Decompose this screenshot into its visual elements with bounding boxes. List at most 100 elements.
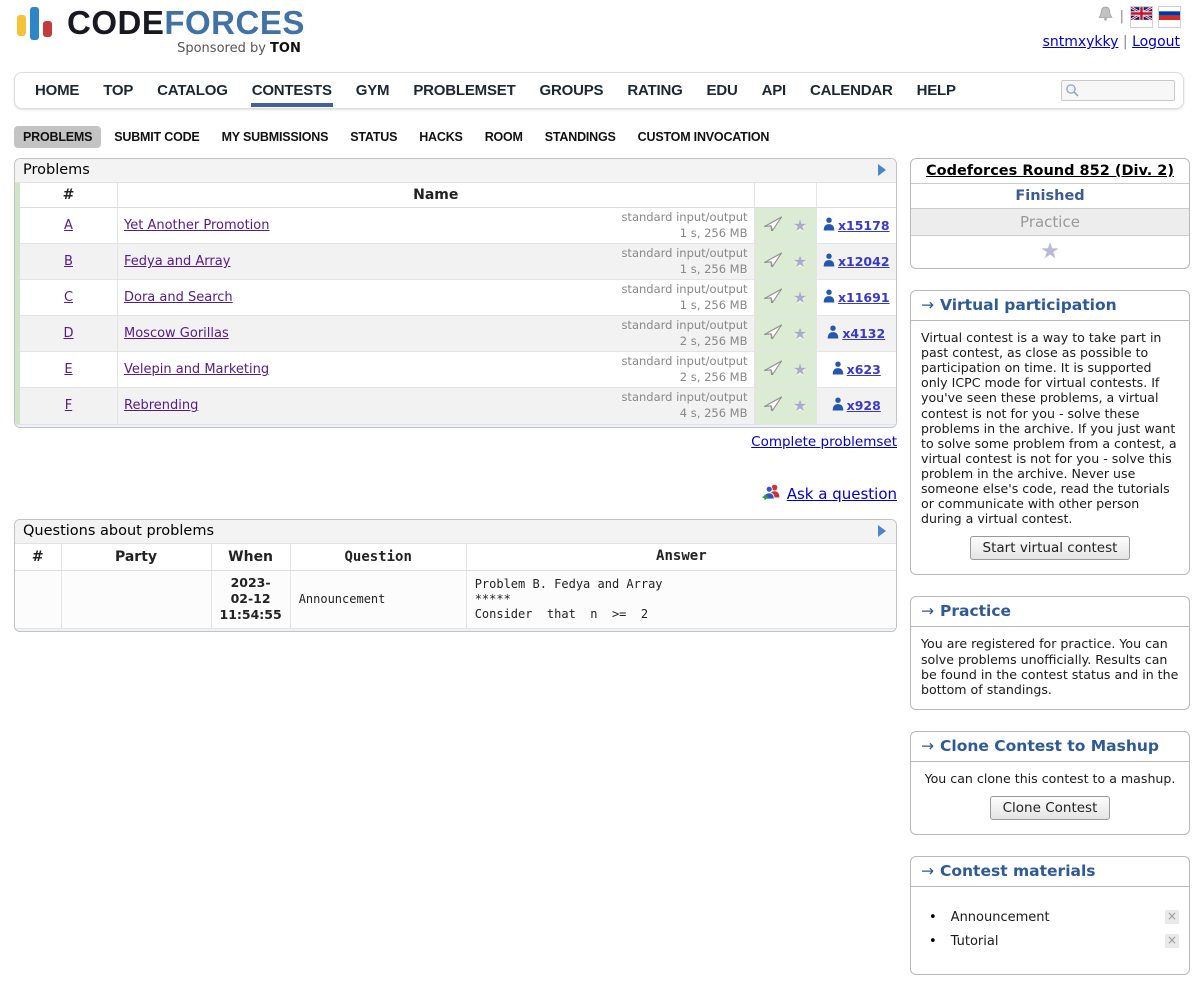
clone-contest-button[interactable]: Clone Contest bbox=[990, 796, 1111, 820]
close-icon[interactable]: × bbox=[1165, 934, 1179, 948]
problems-title: Problems bbox=[23, 162, 90, 178]
sidebar: Codeforces Round 852 (Div. 2) Finished P… bbox=[910, 158, 1190, 996]
solved-count-link[interactable]: x623 bbox=[832, 361, 881, 378]
questions-title: Questions about problems bbox=[23, 523, 214, 539]
caption-arrow-icon: → bbox=[921, 862, 934, 880]
favorite-star-icon[interactable]: ★ bbox=[793, 216, 807, 235]
username-link[interactable]: sntmxykky bbox=[1043, 34, 1119, 50]
problem-index-link[interactable]: E bbox=[64, 362, 72, 377]
problems-header-row: # Name bbox=[18, 183, 897, 208]
q-col-question: Question bbox=[290, 544, 466, 571]
q-col-index: # bbox=[15, 544, 61, 571]
practice-title: Practice bbox=[940, 602, 1011, 620]
contest-mode: Practice bbox=[911, 209, 1189, 236]
contest-materials-box: →Contest materials Announcement × Tutori… bbox=[910, 856, 1190, 975]
main-nav: HOMETOPCATALOGCONTESTSGYMPROBLEMSETGROUP… bbox=[14, 72, 1184, 109]
ask-question-link[interactable]: Ask a question bbox=[787, 485, 897, 503]
logo-bars-icon bbox=[17, 6, 57, 52]
nav-item-help[interactable]: HELP bbox=[905, 73, 968, 108]
start-virtual-contest-button[interactable]: Start virtual contest bbox=[970, 536, 1131, 560]
solved-count-link[interactable]: x12042 bbox=[823, 253, 890, 270]
solved-count-link[interactable]: x15178 bbox=[823, 217, 890, 234]
nav-item-contests[interactable]: CONTESTS bbox=[240, 73, 344, 108]
favorite-star-icon[interactable]: ★ bbox=[1041, 239, 1060, 263]
problem-io-limits: standard input/output1 s, 256 MB bbox=[621, 246, 747, 277]
submit-paper-plane-icon[interactable] bbox=[763, 360, 783, 380]
problem-io-limits: standard input/output1 s, 256 MB bbox=[621, 210, 747, 241]
problem-index-link[interactable]: D bbox=[63, 326, 73, 341]
subnav-item-my-submissions[interactable]: MY SUBMISSIONS bbox=[213, 126, 338, 148]
contest-title-link[interactable]: Codeforces Round 852 (Div. 2) bbox=[926, 163, 1174, 179]
material-link[interactable]: Announcement bbox=[951, 910, 1165, 925]
close-icon[interactable]: × bbox=[1165, 910, 1179, 924]
english-flag-icon[interactable] bbox=[1131, 7, 1152, 27]
practice-text: You are registered for practice. You can… bbox=[921, 636, 1178, 696]
collapse-arrow-icon[interactable] bbox=[878, 525, 886, 537]
russian-flag-icon[interactable] bbox=[1159, 7, 1180, 27]
page: CODEFORCES Sponsored by TON | bbox=[0, 0, 1193, 996]
col-name-header: Name bbox=[118, 183, 755, 208]
favorite-star-icon[interactable]: ★ bbox=[793, 360, 807, 379]
question-type: Announcement bbox=[290, 570, 466, 627]
material-link[interactable]: Tutorial bbox=[951, 934, 1165, 949]
favorite-star-icon[interactable]: ★ bbox=[793, 324, 807, 343]
person-icon bbox=[832, 397, 844, 414]
nav-item-groups[interactable]: GROUPS bbox=[528, 73, 616, 108]
table-footer bbox=[15, 628, 896, 631]
logout-link[interactable]: Logout bbox=[1132, 34, 1180, 50]
favorite-star-icon[interactable]: ★ bbox=[793, 396, 807, 415]
subnav-item-submit-code[interactable]: SUBMIT CODE bbox=[105, 126, 208, 148]
subnav-item-hacks[interactable]: HACKS bbox=[410, 126, 471, 148]
subnav-item-custom-invocation[interactable]: CUSTOM INVOCATION bbox=[629, 126, 779, 148]
problem-name-link[interactable]: Fedya and Array bbox=[124, 254, 230, 269]
subnav-item-room[interactable]: ROOM bbox=[476, 126, 532, 148]
subnav-item-standings[interactable]: STANDINGS bbox=[536, 126, 625, 148]
nav-item-rating[interactable]: RATING bbox=[615, 73, 694, 108]
solved-count-link[interactable]: x4132 bbox=[827, 325, 885, 342]
subnav-item-status[interactable]: STATUS bbox=[341, 126, 406, 148]
problem-io-limits: standard input/output2 s, 256 MB bbox=[621, 318, 747, 349]
collapse-arrow-icon[interactable] bbox=[878, 164, 886, 176]
search-icon bbox=[1065, 83, 1080, 102]
problem-index-link[interactable]: F bbox=[65, 398, 72, 413]
problem-name-link[interactable]: Velepin and Marketing bbox=[124, 362, 269, 377]
problem-name-link[interactable]: Dora and Search bbox=[124, 290, 233, 305]
problem-row: A Yet Another Promotion standard input/o… bbox=[18, 208, 897, 244]
nav-item-calendar[interactable]: CALENDAR bbox=[798, 73, 905, 108]
submit-paper-plane-icon[interactable] bbox=[763, 252, 783, 272]
problem-index-link[interactable]: A bbox=[64, 218, 73, 233]
subnav-item-problems[interactable]: PROBLEMS bbox=[14, 126, 101, 148]
submit-paper-plane-icon[interactable] bbox=[763, 216, 783, 236]
q-col-when: When bbox=[211, 544, 290, 571]
problem-row: C Dora and Search standard input/output1… bbox=[18, 280, 897, 316]
nav-item-gym[interactable]: GYM bbox=[344, 73, 402, 108]
submit-paper-plane-icon[interactable] bbox=[763, 324, 783, 344]
submit-paper-plane-icon[interactable] bbox=[763, 396, 783, 416]
problem-name-link[interactable]: Moscow Gorillas bbox=[124, 326, 229, 341]
bell-icon[interactable] bbox=[1098, 6, 1113, 29]
nav-item-problemset[interactable]: PROBLEMSET bbox=[401, 73, 527, 108]
logo-title: CODEFORCES bbox=[67, 6, 305, 39]
person-icon bbox=[827, 325, 839, 342]
nav-item-edu[interactable]: EDU bbox=[695, 73, 750, 108]
solved-count-link[interactable]: x928 bbox=[832, 397, 881, 414]
favorite-star-icon[interactable]: ★ bbox=[793, 252, 807, 271]
nav-item-api[interactable]: API bbox=[750, 73, 798, 108]
favorite-star-icon[interactable]: ★ bbox=[793, 288, 807, 307]
nav-item-catalog[interactable]: CATALOG bbox=[145, 73, 240, 108]
content-column: Problems # Name A Yet Anoth bbox=[14, 158, 897, 632]
problem-io-limits: standard input/output1 s, 256 MB bbox=[621, 282, 747, 313]
complete-problemset-link[interactable]: Complete problemset bbox=[751, 434, 897, 450]
problem-name-link[interactable]: Yet Another Promotion bbox=[124, 218, 269, 233]
virtual-participation-box: →Virtual participation Virtual contest i… bbox=[910, 290, 1190, 575]
question-answer: Problem B. Fedya and Array ***** Conside… bbox=[466, 570, 896, 627]
nav-item-top[interactable]: TOP bbox=[91, 73, 145, 108]
submit-paper-plane-icon[interactable] bbox=[763, 288, 783, 308]
problem-name-link[interactable]: Rebrending bbox=[124, 398, 198, 413]
problem-index-link[interactable]: C bbox=[64, 290, 73, 305]
nav-item-home[interactable]: HOME bbox=[23, 73, 91, 108]
problem-index-link[interactable]: B bbox=[64, 254, 73, 269]
codeforces-logo[interactable]: CODEFORCES Sponsored by TON bbox=[17, 6, 305, 56]
material-item: Tutorial × bbox=[929, 934, 1179, 949]
solved-count-link[interactable]: x11691 bbox=[823, 289, 890, 306]
